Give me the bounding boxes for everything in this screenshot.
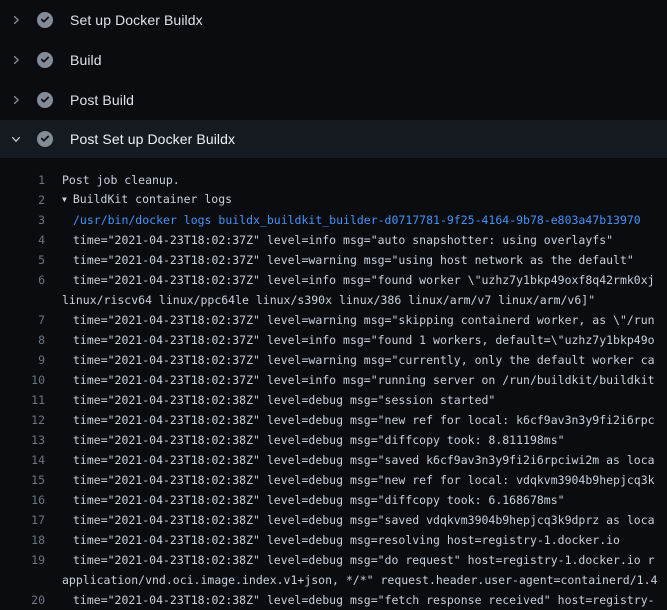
log-line-text: time="2021-04-23T18:02:38Z" level=debug … (62, 550, 667, 570)
chevron-right-icon[interactable] (8, 52, 24, 68)
log-line: 19 time="2021-04-23T18:02:38Z" level=deb… (0, 550, 667, 570)
log-output: 1 Post job cleanup. 2 ▼ BuildKit containe… (0, 158, 667, 610)
step-label: Post Set up Docker Buildx (70, 131, 235, 147)
log-line: 13 time="2021-04-23T18:02:38Z" level=deb… (0, 430, 667, 450)
line-number[interactable]: 17 (0, 510, 45, 530)
step-list: Set up Docker Buildx Build Post Build (0, 0, 667, 158)
log-line-text: time="2021-04-23T18:02:37Z" level=warnin… (62, 350, 667, 370)
log-line-text: time="2021-04-23T18:02:38Z" level=debug … (62, 390, 667, 410)
log-line-text[interactable]: ▼ BuildKit container logs (62, 189, 667, 211)
line-number[interactable]: 11 (0, 390, 45, 410)
line-number[interactable]: 12 (0, 410, 45, 430)
log-line-text: linux/riscv64 linux/ppc64le linux/s390x … (62, 290, 667, 310)
line-number[interactable]: 15 (0, 470, 45, 490)
log-line: 17 time="2021-04-23T18:02:38Z" level=deb… (0, 510, 667, 530)
log-line: 15 time="2021-04-23T18:02:38Z" level=deb… (0, 470, 667, 490)
log-line: 2 ▼ BuildKit container logs (0, 190, 667, 210)
actions-log-viewer: Set up Docker Buildx Build Post Build (0, 0, 667, 610)
step-header-post-set-up-docker-buildx[interactable]: Post Set up Docker Buildx (0, 120, 667, 158)
log-line: 14 time="2021-04-23T18:02:38Z" level=deb… (0, 450, 667, 470)
log-line-text: time="2021-04-23T18:02:37Z" level=info m… (62, 370, 667, 390)
line-number[interactable]: 3 (0, 210, 45, 230)
log-line: 6 time="2021-04-23T18:02:37Z" level=info… (0, 270, 667, 290)
line-number[interactable]: 8 (0, 330, 45, 350)
log-line: 5 time="2021-04-23T18:02:37Z" level=warn… (0, 250, 667, 270)
log-line-text: time="2021-04-23T18:02:38Z" level=debug … (62, 450, 667, 470)
line-number[interactable]: 2 (0, 190, 45, 210)
log-line: linux/riscv64 linux/ppc64le linux/s390x … (0, 290, 667, 310)
log-line: application/vnd.oci.image.index.v1+json,… (0, 570, 667, 590)
line-number[interactable]: 13 (0, 430, 45, 450)
log-line: 12 time="2021-04-23T18:02:38Z" level=deb… (0, 410, 667, 430)
line-number[interactable]: 9 (0, 350, 45, 370)
log-line: 16 time="2021-04-23T18:02:38Z" level=deb… (0, 490, 667, 510)
line-number[interactable]: 7 (0, 310, 45, 330)
log-line: 1 Post job cleanup. (0, 170, 667, 190)
chevron-right-icon[interactable] (8, 12, 24, 28)
log-line: 7 time="2021-04-23T18:02:37Z" level=warn… (0, 310, 667, 330)
check-circle-icon (37, 92, 53, 108)
line-number[interactable]: 5 (0, 250, 45, 270)
collapse-triangle-icon[interactable]: ▼ (62, 190, 67, 210)
log-line-text: time="2021-04-23T18:02:38Z" level=debug … (62, 410, 667, 430)
step-header-set-up-docker-buildx[interactable]: Set up Docker Buildx (0, 0, 667, 40)
log-line: 8 time="2021-04-23T18:02:37Z" level=info… (0, 330, 667, 350)
line-number[interactable]: 14 (0, 450, 45, 470)
log-line: 18 time="2021-04-23T18:02:38Z" level=deb… (0, 530, 667, 550)
line-number[interactable]: 6 (0, 270, 45, 290)
group-label[interactable]: BuildKit container logs (73, 192, 232, 206)
line-number[interactable]: 19 (0, 550, 45, 570)
log-line-text: Post job cleanup. (62, 170, 667, 190)
chevron-right-icon[interactable] (8, 92, 24, 108)
log-line: 10 time="2021-04-23T18:02:37Z" level=inf… (0, 370, 667, 390)
line-number[interactable]: 10 (0, 370, 45, 390)
log-line-text: time="2021-04-23T18:02:37Z" level=info m… (62, 230, 667, 250)
check-circle-icon (37, 52, 53, 68)
log-line-text: time="2021-04-23T18:02:37Z" level=info m… (62, 270, 667, 290)
log-line: 9 time="2021-04-23T18:02:37Z" level=warn… (0, 350, 667, 370)
line-number[interactable]: 1 (0, 170, 45, 190)
log-line-text: time="2021-04-23T18:02:38Z" level=debug … (62, 470, 667, 490)
step-label: Build (70, 52, 102, 68)
log-line: 3 /usr/bin/docker logs buildx_buildkit_b… (0, 210, 667, 230)
log-line-text: application/vnd.oci.image.index.v1+json,… (62, 570, 667, 590)
log-line: 11 time="2021-04-23T18:02:38Z" level=deb… (0, 390, 667, 410)
log-line-text: time="2021-04-23T18:02:38Z" level=debug … (62, 590, 667, 610)
log-line-text: time="2021-04-23T18:02:37Z" level=warnin… (62, 250, 667, 270)
log-line: 4 time="2021-04-23T18:02:37Z" level=info… (0, 230, 667, 250)
step-label: Post Build (70, 92, 134, 108)
line-number[interactable]: 20 (0, 590, 45, 610)
check-circle-icon (37, 12, 53, 28)
line-number[interactable]: 16 (0, 490, 45, 510)
log-line-text: time="2021-04-23T18:02:38Z" level=debug … (62, 530, 667, 550)
line-number[interactable]: 4 (0, 230, 45, 250)
check-circle-icon (37, 131, 53, 147)
log-line-text: time="2021-04-23T18:02:38Z" level=debug … (62, 490, 667, 510)
step-header-post-build[interactable]: Post Build (0, 80, 667, 120)
line-number[interactable]: 18 (0, 530, 45, 550)
log-line-text: time="2021-04-23T18:02:38Z" level=debug … (62, 430, 667, 450)
chevron-down-icon[interactable] (8, 131, 24, 147)
step-label: Set up Docker Buildx (70, 12, 203, 28)
log-line-text: time="2021-04-23T18:02:37Z" level=warnin… (62, 310, 667, 330)
log-line-text: time="2021-04-23T18:02:37Z" level=info m… (62, 330, 667, 350)
log-line-text: /usr/bin/docker logs buildx_buildkit_bui… (62, 210, 667, 230)
step-header-build[interactable]: Build (0, 40, 667, 80)
log-line-text: time="2021-04-23T18:02:38Z" level=debug … (62, 510, 667, 530)
log-line: 20 time="2021-04-23T18:02:38Z" level=deb… (0, 590, 667, 610)
